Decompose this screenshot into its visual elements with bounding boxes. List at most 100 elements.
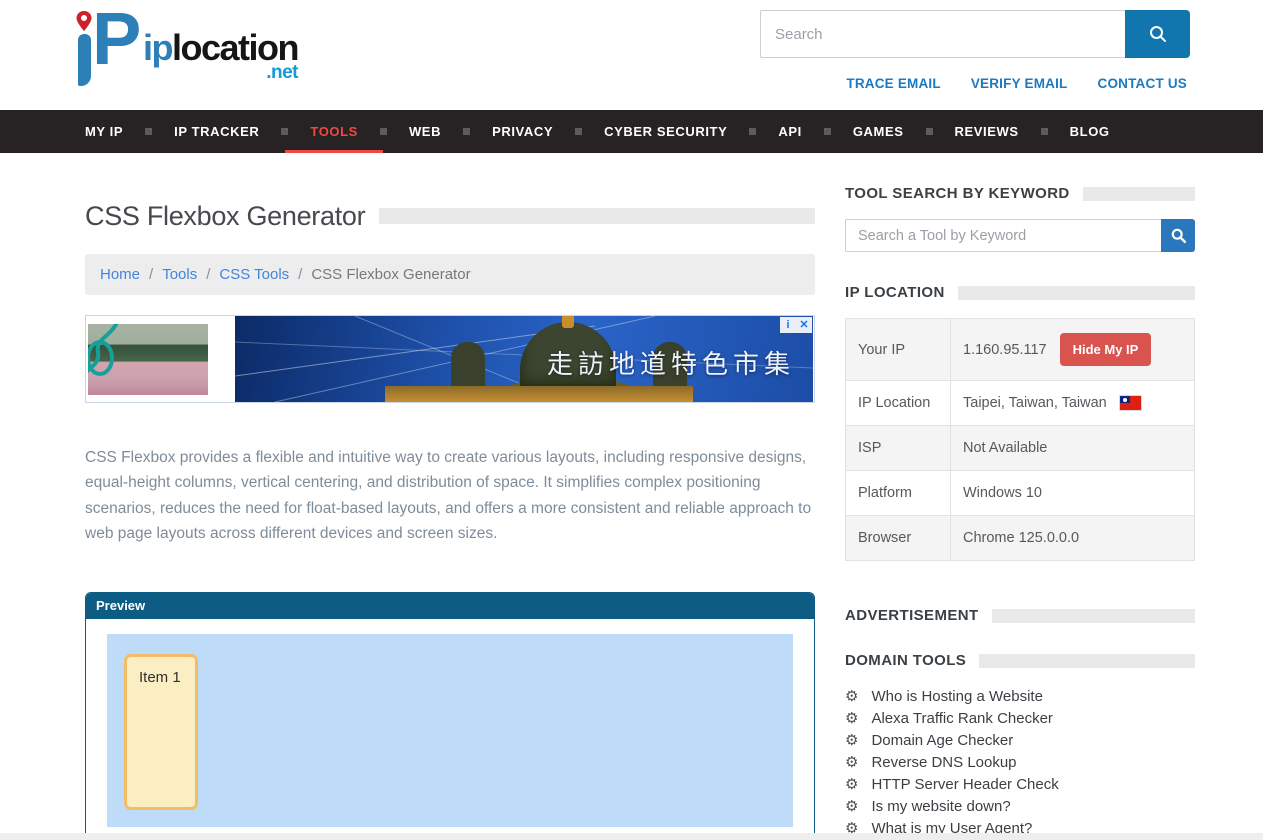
list-item: ⚙Reverse DNS Lookup bbox=[845, 751, 1195, 773]
breadcrumb-separator: / bbox=[149, 266, 153, 283]
tool-search-input[interactable] bbox=[845, 219, 1161, 252]
nav-item-my-ip[interactable]: MY IP bbox=[85, 110, 123, 153]
list-item: ⚙ Domain Age Checker bbox=[845, 729, 1195, 751]
logo-p-shape: P bbox=[92, 0, 139, 81]
row-label: IP Location bbox=[846, 381, 951, 426]
domain-tool-link-domain-age[interactable]: Domain Age Checker bbox=[871, 732, 1013, 749]
hide-my-ip-button[interactable]: Hide My IP bbox=[1060, 333, 1152, 366]
sidebar: TOOL SEARCH BY KEYWORD IP LOCATION bbox=[845, 185, 1195, 833]
contact-us-link[interactable]: CONTACT US bbox=[1098, 76, 1188, 91]
nav-item-privacy[interactable]: PRIVACY bbox=[492, 110, 553, 153]
page-title: CSS Flexbox Generator bbox=[85, 201, 365, 232]
advertisement-heading: ADVERTISEMENT bbox=[845, 607, 1195, 624]
list-item: ⚙ Is my website down? bbox=[845, 795, 1195, 817]
search-icon bbox=[1148, 24, 1168, 44]
table-row: Platform Windows 10 bbox=[846, 471, 1195, 516]
list-item: ⚙Alexa Traffic Rank Checker bbox=[845, 707, 1195, 729]
list-item: ⚙ Who is Hosting a Website bbox=[845, 685, 1195, 707]
breadcrumb-css-tools[interactable]: CSS Tools bbox=[219, 266, 289, 283]
nav-separator bbox=[380, 128, 387, 135]
heading-decorative-bar bbox=[979, 654, 1195, 668]
header-search-button[interactable] bbox=[1125, 10, 1190, 58]
nav-item-web[interactable]: WEB bbox=[409, 110, 441, 153]
tool-description: CSS Flexbox provides a flexible and intu… bbox=[85, 445, 815, 546]
ad-building-base bbox=[385, 386, 693, 402]
ad-building-dome-cap bbox=[562, 316, 574, 328]
breadcrumb-separator: / bbox=[206, 266, 210, 283]
logo-mark: P bbox=[75, 8, 141, 90]
page: P iplocation .net TRACE EMAIL VERIFY EMA… bbox=[0, 0, 1263, 833]
domain-tool-link-hosting[interactable]: Who is Hosting a Website bbox=[871, 688, 1042, 705]
breadcrumb: Home / Tools / CSS Tools / CSS Flexbox G… bbox=[85, 254, 815, 295]
nav-separator bbox=[575, 128, 582, 135]
nav-separator bbox=[145, 128, 152, 135]
nav-separator bbox=[463, 128, 470, 135]
ip-location-value: Taipei, Taiwan, Taiwan bbox=[963, 395, 1107, 411]
domain-tool-link-user-agent[interactable]: What is my User Agent? bbox=[871, 820, 1032, 834]
list-item: ⚙ HTTP Server Header Check bbox=[845, 773, 1195, 795]
breadcrumb-current: CSS Flexbox Generator bbox=[311, 266, 470, 283]
domain-tool-link-alexa[interactable]: Alexa Traffic Rank Checker bbox=[871, 710, 1052, 727]
gear-icon: ⚙ bbox=[845, 689, 858, 704]
header-search-input[interactable] bbox=[760, 10, 1125, 58]
list-item: ⚙What is my User Agent? bbox=[845, 817, 1195, 833]
domain-tools-heading: DOMAIN TOOLS bbox=[845, 652, 1195, 669]
heading-decorative-bar bbox=[992, 609, 1195, 623]
map-pin-icon bbox=[75, 10, 93, 34]
breadcrumb-tools[interactable]: Tools bbox=[162, 266, 197, 283]
logo-ip: ip bbox=[143, 27, 172, 68]
platform-value: Windows 10 bbox=[951, 471, 1195, 516]
nav-item-blog[interactable]: BLOG bbox=[1070, 110, 1110, 153]
nav-item-api[interactable]: API bbox=[778, 110, 801, 153]
trace-email-link[interactable]: TRACE EMAIL bbox=[846, 76, 940, 91]
heading-decorative-bar bbox=[1083, 187, 1195, 201]
site-logo[interactable]: P iplocation .net bbox=[75, 8, 298, 90]
tool-search-button[interactable] bbox=[1161, 219, 1195, 252]
main-nav: MY IP IP TRACKER TOOLS WEB PRIVACY CYBER… bbox=[0, 110, 1263, 153]
domain-tool-link-website-down[interactable]: Is my website down? bbox=[871, 798, 1010, 815]
domain-tool-link-reverse-dns[interactable]: Reverse DNS Lookup bbox=[871, 754, 1016, 771]
nav-item-reviews[interactable]: REVIEWS bbox=[955, 110, 1019, 153]
tool-search-heading: TOOL SEARCH BY KEYWORD bbox=[845, 185, 1195, 202]
nav-separator bbox=[281, 128, 288, 135]
flex-preview-container: Item 1 bbox=[107, 634, 793, 827]
ad-doodle-line bbox=[88, 324, 170, 395]
row-label: Your IP bbox=[846, 319, 951, 381]
logo-i-shape bbox=[78, 34, 91, 86]
tool-search-form bbox=[845, 219, 1195, 252]
ad-close-icon[interactable]: ✕ bbox=[796, 317, 812, 333]
search-icon bbox=[1170, 227, 1187, 244]
preview-body: Item 1 bbox=[86, 619, 814, 833]
table-row: ISP Not Available bbox=[846, 426, 1195, 471]
adchoices-info-icon[interactable]: i bbox=[780, 317, 796, 333]
ad-banner[interactable]: 走訪地道特色市集 i ✕ bbox=[85, 315, 815, 403]
main-column: CSS Flexbox Generator Home / Tools / CSS… bbox=[85, 185, 815, 833]
preview-header: Preview bbox=[86, 593, 814, 619]
nav-item-games[interactable]: GAMES bbox=[853, 110, 904, 153]
domain-tool-link-http-header[interactable]: HTTP Server Header Check bbox=[871, 776, 1058, 793]
nav-separator bbox=[1041, 128, 1048, 135]
nav-separator bbox=[926, 128, 933, 135]
ad-image-landscape bbox=[88, 324, 208, 395]
nav-item-cyber-security[interactable]: CYBER SECURITY bbox=[604, 110, 727, 153]
header-links: TRACE EMAIL VERIFY EMAIL CONTACT US bbox=[846, 76, 1187, 91]
heading-decorative-bar bbox=[958, 286, 1195, 300]
breadcrumb-home[interactable]: Home bbox=[100, 266, 140, 283]
ip-location-heading: IP LOCATION bbox=[845, 284, 1195, 301]
breadcrumb-separator: / bbox=[298, 266, 302, 283]
taiwan-flag-icon bbox=[1120, 396, 1141, 410]
nav-item-tools[interactable]: TOOLS bbox=[310, 110, 358, 153]
gear-icon: ⚙ bbox=[845, 733, 858, 748]
table-row: Browser Chrome 125.0.0.0 bbox=[846, 516, 1195, 561]
below-fold-background bbox=[0, 833, 1263, 840]
gear-icon: ⚙ bbox=[845, 777, 858, 792]
row-label: ISP bbox=[846, 426, 951, 471]
gear-icon: ⚙ bbox=[845, 799, 858, 814]
content: CSS Flexbox Generator Home / Tools / CSS… bbox=[0, 153, 1263, 833]
isp-value: Not Available bbox=[951, 426, 1195, 471]
nav-item-ip-tracker[interactable]: IP TRACKER bbox=[174, 110, 259, 153]
title-decorative-bar bbox=[379, 208, 815, 224]
ad-image-building: 走訪地道特色市集 i ✕ bbox=[235, 316, 813, 402]
flex-preview-item: Item 1 bbox=[124, 654, 198, 810]
verify-email-link[interactable]: VERIFY EMAIL bbox=[971, 76, 1068, 91]
